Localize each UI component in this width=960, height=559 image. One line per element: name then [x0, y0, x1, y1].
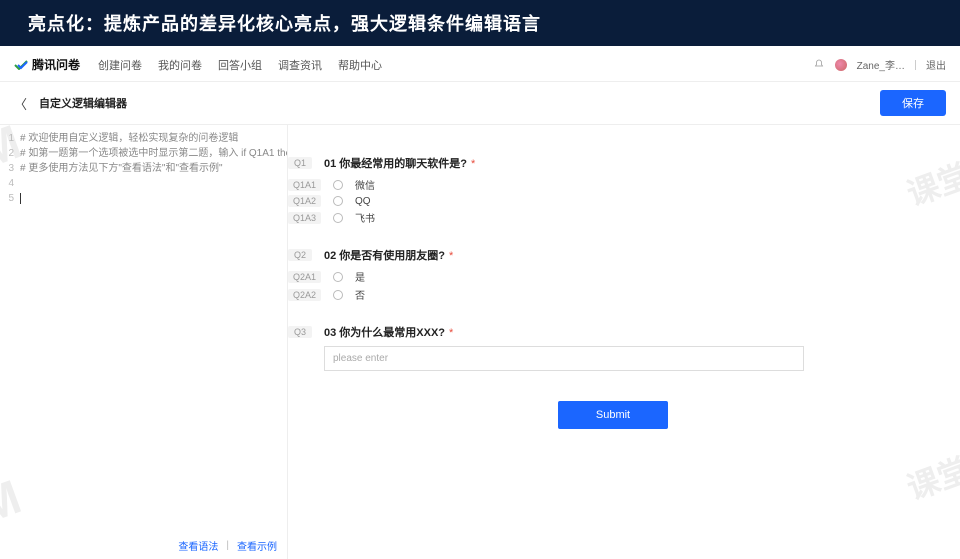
slide-title: 亮点化：提炼产品的差异化核心亮点，强大逻辑条件编辑语言: [28, 14, 541, 34]
code-line: # 如第一题第一个选项被选中时显示第二题，输入 if Q1A1 then sh: [20, 146, 287, 161]
option-label: 否: [355, 287, 365, 302]
code-line: # 更多使用方法见下方"查看语法"和"查看示例": [20, 161, 287, 176]
option-label: 飞书: [355, 210, 375, 225]
required-star-icon: *: [449, 250, 453, 262]
user-name[interactable]: Zane_李…: [857, 57, 905, 72]
option-label: 是: [355, 269, 365, 284]
save-button[interactable]: 保存: [880, 90, 946, 116]
nav-groups[interactable]: 回答小组: [218, 57, 262, 73]
line-number: 4: [0, 176, 20, 191]
option-tag: Q2A1: [288, 271, 321, 283]
logo-checkmark-icon: [14, 60, 28, 70]
line-number: 2: [0, 146, 20, 161]
separator: |: [226, 540, 229, 551]
main-split: 1# 欢迎使用自定义逻辑，轻松实现复杂的问卷逻辑 2# 如第一题第一个选项被选中…: [0, 125, 960, 559]
logic-code-editor[interactable]: 1# 欢迎使用自定义逻辑，轻松实现复杂的问卷逻辑 2# 如第一题第一个选项被选中…: [0, 125, 288, 559]
line-number: 1: [0, 131, 20, 146]
line-number: 3: [0, 161, 20, 176]
radio-button[interactable]: [333, 196, 343, 206]
question-title: 03 你为什么最常用XXX?*: [324, 324, 453, 340]
divider: [915, 60, 916, 70]
question-tag: Q1: [288, 157, 312, 169]
option-label: 微信: [355, 177, 375, 192]
question-title: 01 你最经常用的聊天软件是?*: [324, 155, 475, 171]
header-right: Zane_李… 退出: [813, 57, 946, 72]
radio-button[interactable]: [333, 213, 343, 223]
question-block-2: Q2 02 你是否有使用朋友圈?* Q2A1 是 Q2A2 否: [288, 247, 938, 302]
radio-button[interactable]: [333, 272, 343, 282]
app-header: 腾讯问卷 创建问卷 我的问卷 回答小组 调查资讯 帮助中心 Zane_李… 退出: [0, 46, 960, 82]
editor-footer: 查看语法 | 查看示例: [178, 538, 277, 553]
nav-help[interactable]: 帮助中心: [338, 57, 382, 73]
bell-icon[interactable]: [813, 59, 825, 71]
view-syntax-link[interactable]: 查看语法: [178, 538, 218, 553]
required-star-icon: *: [471, 158, 475, 170]
submit-wrap: Submit: [288, 401, 938, 429]
question-tag: Q3: [288, 326, 312, 338]
text-answer-input[interactable]: please enter: [324, 346, 804, 371]
code-line: [20, 176, 287, 191]
avatar[interactable]: [835, 59, 847, 71]
caret-icon: [20, 193, 21, 204]
line-number: 5: [0, 191, 20, 206]
question-tag: Q2: [288, 249, 312, 261]
radio-button[interactable]: [333, 290, 343, 300]
brand-logo[interactable]: 腾讯问卷: [14, 56, 80, 73]
nav-create[interactable]: 创建问卷: [98, 57, 142, 73]
code-line: # 欢迎使用自定义逻辑，轻松实现复杂的问卷逻辑: [20, 131, 287, 146]
nav-news[interactable]: 调查资讯: [278, 57, 322, 73]
option-tag: Q1A2: [288, 195, 321, 207]
page-title: 自定义逻辑编辑器: [39, 95, 127, 111]
code-line: [20, 191, 287, 206]
slide-title-banner: 亮点化：提炼产品的差异化核心亮点，强大逻辑条件编辑语言: [0, 0, 960, 46]
logout-link[interactable]: 退出: [926, 57, 946, 72]
submit-button[interactable]: Submit: [558, 401, 668, 429]
sub-header: 〈 自定义逻辑编辑器 保存: [0, 82, 960, 125]
option-tag: Q1A1: [288, 179, 321, 191]
question-title: 02 你是否有使用朋友圈?*: [324, 247, 453, 263]
question-block-1: Q1 01 你最经常用的聊天软件是?* Q1A1 微信 Q1A2 QQ Q1A3 飞书: [288, 155, 938, 225]
option-label: QQ: [355, 196, 371, 207]
survey-preview: Q1 01 你最经常用的聊天软件是?* Q1A1 微信 Q1A2 QQ Q1A3 飞书…: [288, 125, 960, 559]
option-tag: Q1A3: [288, 212, 321, 224]
option-tag: Q2A2: [288, 289, 321, 301]
nav-mine[interactable]: 我的问卷: [158, 57, 202, 73]
required-star-icon: *: [449, 327, 453, 339]
main-nav: 创建问卷 我的问卷 回答小组 调查资讯 帮助中心: [98, 57, 813, 73]
view-example-link[interactable]: 查看示例: [237, 538, 277, 553]
question-block-3: Q3 03 你为什么最常用XXX?* please enter: [288, 324, 938, 371]
back-chevron-icon[interactable]: 〈: [14, 94, 27, 113]
brand-name: 腾讯问卷: [32, 56, 80, 73]
radio-button[interactable]: [333, 180, 343, 190]
